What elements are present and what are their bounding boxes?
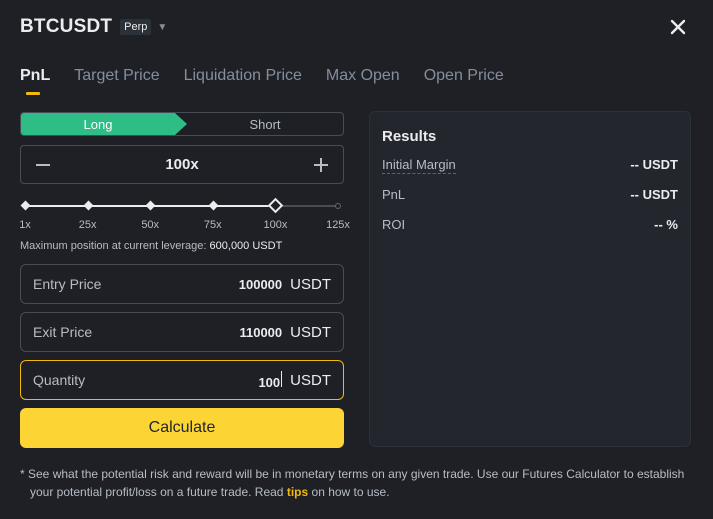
quantity-field[interactable]: Quantity 100 USDT — [20, 360, 344, 400]
text-cursor — [281, 370, 283, 387]
tab-target-price[interactable]: Target Price — [74, 66, 159, 90]
long-button[interactable]: Long — [21, 113, 187, 135]
exit-price-unit: USDT — [290, 323, 331, 341]
slider-tick-25x[interactable] — [83, 200, 94, 211]
plus-icon[interactable] — [299, 146, 343, 183]
exit-price-label: Exit Price — [33, 324, 93, 340]
max-position-label: Maximum position at current leverage: — [20, 240, 207, 252]
pnl-label: PnL — [382, 187, 406, 202]
slider-thumb[interactable] — [268, 197, 284, 214]
tick-label-1x: 1x — [19, 219, 31, 231]
symbol-title[interactable]: BTCUSDT — [20, 16, 112, 38]
tick-label-50x: 50x — [141, 219, 160, 231]
tab-pnl[interactable]: PnL — [20, 66, 50, 95]
close-icon[interactable] — [667, 14, 689, 40]
results-title: Results — [382, 128, 437, 145]
calculator-tabs: PnL Target Price Liquidation Price Max O… — [20, 66, 504, 95]
max-position-value: 600,000 USDT — [209, 240, 283, 252]
entry-price-field[interactable]: Entry Price 100000 USDT — [20, 264, 344, 304]
header: BTCUSDT Perp ▼ — [20, 14, 693, 40]
result-row-initial-margin: Initial Margin -- USDT — [382, 157, 678, 187]
side-toggle: Long Short — [20, 112, 344, 136]
calculate-button[interactable]: Calculate — [20, 408, 344, 448]
slider-tick-1x[interactable] — [20, 200, 31, 211]
perp-badge: Perp — [120, 19, 152, 35]
tick-label-25x: 25x — [78, 219, 97, 231]
result-row-pnl: PnL -- USDT — [382, 187, 678, 217]
leverage-value[interactable]: 100x — [65, 156, 299, 173]
quantity-unit: USDT — [290, 371, 331, 389]
slider-tick-75x[interactable] — [208, 200, 219, 211]
quantity-label: Quantity — [33, 372, 86, 388]
tab-liquidation-price[interactable]: Liquidation Price — [184, 66, 302, 90]
exit-price-input[interactable]: 110000 — [162, 325, 282, 340]
leverage-tick-labels: 1x 25x 50x 75x 100x 125x — [19, 219, 350, 233]
minus-icon[interactable] — [21, 146, 65, 183]
footnote-line-1: * See what the potential risk and reward… — [20, 467, 685, 481]
footnote-text-pre: your potential profit/loss on a future t… — [30, 485, 284, 499]
roi-value: -- % — [654, 217, 678, 232]
quantity-value: 100 — [258, 374, 281, 390]
roi-label: ROI — [382, 217, 406, 232]
tab-open-price[interactable]: Open Price — [424, 66, 504, 90]
results-panel: Results Initial Margin -- USDT PnL -- US… — [369, 111, 691, 447]
quantity-input[interactable]: 100 — [162, 370, 283, 390]
result-row-roi: ROI -- % — [382, 217, 678, 247]
slider-tick-50x[interactable] — [145, 200, 156, 211]
footnote: * See what the potential risk and reward… — [20, 465, 700, 501]
exit-price-field[interactable]: Exit Price 110000 USDT — [20, 312, 344, 352]
entry-price-input[interactable]: 100000 — [162, 277, 282, 292]
entry-price-unit: USDT — [290, 275, 331, 293]
initial-margin-label[interactable]: Initial Margin — [382, 157, 456, 174]
max-position-text: Maximum position at current leverage: 60… — [20, 240, 282, 252]
initial-margin-value: -- USDT — [630, 157, 678, 172]
footnote-text-post: on how to use. — [311, 485, 390, 499]
tab-max-open[interactable]: Max Open — [326, 66, 400, 90]
footnote-line-2: your potential profit/loss on a future t… — [20, 483, 700, 501]
slider-tick-125x[interactable] — [335, 203, 341, 209]
tick-label-75x: 75x — [203, 219, 222, 231]
tick-label-100x: 100x — [263, 219, 288, 231]
short-button[interactable]: Short — [187, 113, 343, 135]
tips-link[interactable]: tips — [287, 485, 308, 499]
pnl-value: -- USDT — [630, 187, 678, 202]
caret-down-icon[interactable]: ▼ — [157, 22, 167, 33]
entry-price-label: Entry Price — [33, 276, 102, 292]
leverage-slider[interactable] — [20, 196, 344, 218]
tick-label-125x: 125x — [326, 219, 350, 231]
leverage-stepper: 100x — [20, 145, 344, 184]
